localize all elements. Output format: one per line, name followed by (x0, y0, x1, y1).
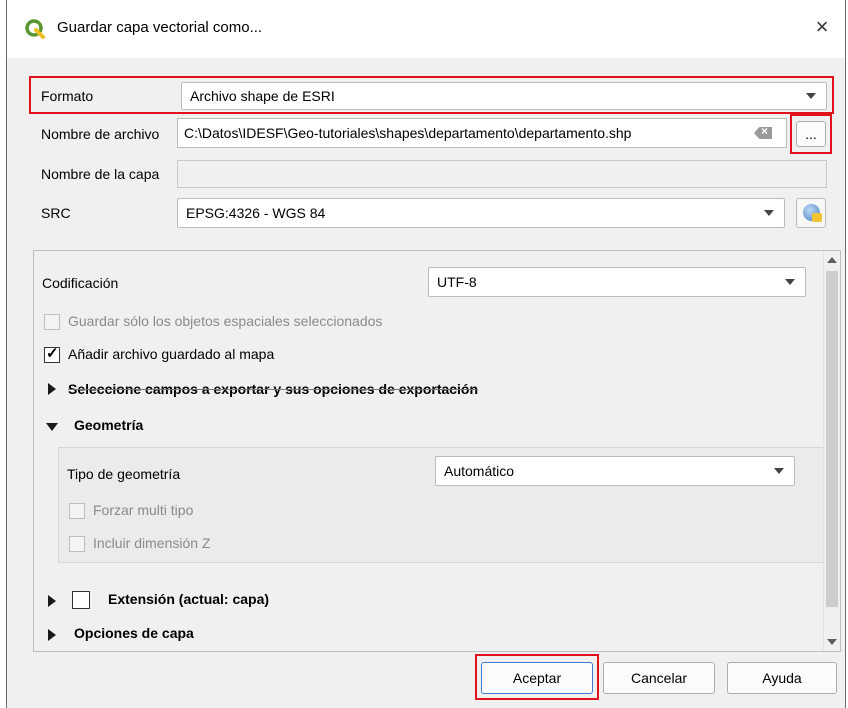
accept-button[interactable]: Aceptar (481, 662, 593, 694)
scroll-down-icon[interactable] (827, 639, 837, 645)
close-icon[interactable]: × (809, 14, 835, 40)
save-selected-checkbox[interactable] (44, 314, 60, 330)
include-z-label: Incluir dimensión Z (93, 535, 211, 551)
checkmark-icon: ✓ (46, 345, 59, 362)
browse-button[interactable]: ... (796, 121, 826, 147)
fields-section-header[interactable]: Seleccione campos a exportar y sus opcio… (68, 381, 478, 397)
format-value: Archivo shape de ESRI (190, 88, 335, 104)
force-multi-label: Forzar multi tipo (93, 502, 194, 518)
format-combobox[interactable]: Archivo shape de ESRI (181, 82, 827, 110)
dialog-window: Guardar capa vectorial como... × Formato… (6, 0, 846, 708)
add-to-map-checkbox[interactable]: ✓ (44, 345, 60, 363)
crs-globe-icon[interactable] (796, 198, 826, 228)
encoding-combobox[interactable]: UTF-8 (428, 267, 806, 297)
save-selected-label: Guardar sólo los objetos espaciales sele… (68, 313, 383, 329)
geometry-type-value: Automático (444, 463, 515, 479)
crs-label: SRC (41, 205, 71, 221)
include-z-checkbox[interactable] (69, 536, 85, 552)
geometry-group: Tipo de geometría Automático Forzar mult… (58, 447, 828, 563)
scroll-up-icon[interactable] (827, 257, 837, 263)
format-label: Formato (41, 88, 94, 104)
crs-value: EPSG:4326 - WGS 84 (186, 205, 326, 221)
geometry-type-combobox[interactable]: Automático (435, 456, 795, 486)
expand-arrow-icon[interactable] (48, 383, 56, 395)
dropdown-arrow-icon (774, 468, 784, 474)
layername-label: Nombre de la capa (41, 166, 160, 182)
layer-options-section-header[interactable]: Opciones de capa (74, 625, 194, 641)
expand-arrow-icon[interactable] (48, 629, 56, 641)
help-button[interactable]: Ayuda (727, 662, 837, 694)
title-bar: Guardar capa vectorial como... × (7, 0, 845, 58)
qgis-logo-icon (25, 19, 45, 39)
cancel-button[interactable]: Cancelar (603, 662, 715, 694)
options-panel: Codificación UTF-8 Guardar sólo los obje… (33, 250, 841, 652)
filename-label: Nombre de archivo (41, 126, 160, 142)
encoding-value: UTF-8 (437, 274, 477, 290)
filename-input[interactable]: C:\Datos\IDESF\Geo-tutoriales\shapes\dep… (177, 118, 787, 148)
add-to-map-label: Añadir archivo guardado al mapa (68, 346, 275, 362)
extent-section-header[interactable]: Extensión (actual: capa) (108, 591, 269, 607)
collapse-arrow-icon[interactable] (46, 423, 58, 431)
encoding-label: Codificación (42, 275, 119, 291)
extent-checkbox[interactable] (72, 591, 90, 609)
scrollbar-thumb[interactable] (826, 271, 838, 607)
dropdown-arrow-icon (785, 279, 795, 285)
expand-arrow-icon[interactable] (48, 595, 56, 607)
geometry-type-label: Tipo de geometría (67, 466, 181, 482)
panel-scrollbar[interactable] (823, 251, 840, 651)
clear-text-icon[interactable] (754, 127, 772, 139)
layername-input[interactable] (177, 160, 827, 188)
dropdown-arrow-icon (764, 210, 774, 216)
dropdown-arrow-icon (806, 93, 816, 99)
filename-value: C:\Datos\IDESF\Geo-tutoriales\shapes\dep… (184, 125, 632, 141)
crs-combobox[interactable]: EPSG:4326 - WGS 84 (177, 198, 785, 228)
force-multi-checkbox[interactable] (69, 503, 85, 519)
dialog-title: Guardar capa vectorial como... (57, 19, 263, 36)
geometry-section-header[interactable]: Geometría (74, 417, 143, 433)
